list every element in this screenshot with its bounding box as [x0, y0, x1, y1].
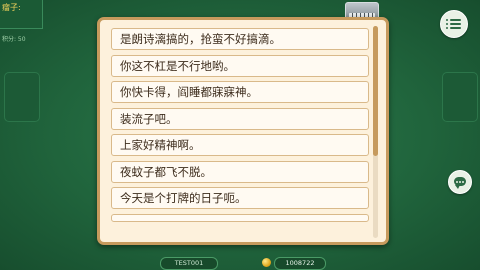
- quick-chat-scrollbar[interactable]: [373, 26, 378, 238]
- game-table: 瘤子: 积分: 50 是朗诗漓搞的，抢蛮不好搞滴。 你这不杠是不行地哟。 你快卡…: [0, 0, 480, 270]
- player-top-left-name: 瘤子:: [2, 3, 21, 12]
- quick-chat-phrase[interactable]: 装流子吧。: [111, 107, 369, 130]
- chat-dot: [456, 181, 458, 183]
- quick-chat-phrase[interactable]: 今天是个打牌的日子呃。: [111, 187, 369, 209]
- coin-balance: 1008722: [274, 257, 326, 270]
- quick-chat-phrase[interactable]: 夜蚊子都飞不脱。: [111, 160, 369, 183]
- player-slot-left[interactable]: [4, 72, 40, 122]
- menu-icon-dot: [446, 23, 448, 25]
- player-top-left[interactable]: 瘤子:: [0, 0, 43, 29]
- player-top-left-score: 积分: 50: [2, 36, 26, 43]
- player-name-pill: TEST001: [160, 257, 218, 270]
- menu-icon: [446, 19, 448, 21]
- quick-chat-phrase[interactable]: 上家好精神啊。: [111, 134, 369, 156]
- quick-chat-phrase[interactable]: 你快卡得，阎睡都寐寐神。: [111, 81, 369, 103]
- menu-button[interactable]: [440, 10, 468, 38]
- quick-chat-list: 是朗诗漓搞的，抢蛮不好搞滴。 你这不杠是不行地哟。 你快卡得，阎睡都寐寐神。 装…: [111, 28, 369, 226]
- quick-chat-phrase[interactable]: 是朗诗漓搞的，抢蛮不好搞滴。: [111, 28, 369, 50]
- quick-chat-phrase-partial[interactable]: [111, 213, 369, 222]
- quick-chat-phrase[interactable]: 你这不杠是不行地哟。: [111, 54, 369, 77]
- chat-dot: [462, 181, 464, 183]
- menu-icon-line: [450, 23, 461, 25]
- quick-chat-panel: 是朗诗漓搞的，抢蛮不好搞滴。 你这不杠是不行地哟。 你快卡得，阎睡都寐寐神。 装…: [97, 17, 389, 245]
- chat-button[interactable]: [448, 170, 472, 194]
- player-slot-right[interactable]: [442, 72, 478, 122]
- menu-icon-line: [450, 27, 461, 29]
- menu-icon-line: [450, 19, 461, 21]
- coin-icon: [262, 258, 271, 267]
- quick-chat-scroll-thumb[interactable]: [373, 26, 378, 156]
- menu-icon-dot: [446, 27, 448, 29]
- chat-dot: [459, 181, 461, 183]
